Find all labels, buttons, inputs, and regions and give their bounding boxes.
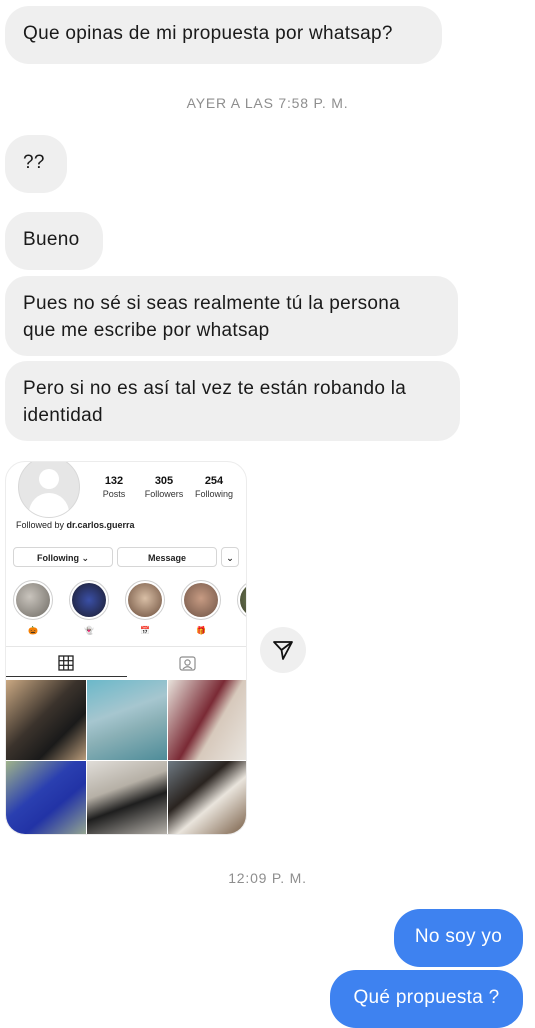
- message-button: Message: [117, 547, 217, 567]
- following-button: Following ⌄: [13, 547, 113, 567]
- photo-thumbnail: [168, 680, 246, 760]
- send-button[interactable]: [260, 627, 306, 673]
- tagged-icon: [179, 655, 196, 676]
- photo-thumbnail: [168, 761, 246, 834]
- timestamp: 12:09 P. M.: [228, 870, 307, 886]
- following-label: Following: [194, 489, 234, 499]
- highlight-circle: [125, 580, 165, 620]
- message-bubble-incoming[interactable]: Que opinas de mi propuesta por whatsap?: [5, 6, 442, 64]
- photo-thumbnail: [6, 761, 86, 834]
- active-tab-indicator: [6, 676, 127, 677]
- message-text: No soy yo: [414, 926, 503, 947]
- followers-stat: 305 Followers: [138, 475, 190, 499]
- followed-by-prefix: Followed by: [16, 520, 67, 530]
- followers-count: 305: [154, 475, 174, 487]
- message-bubble-outgoing[interactable]: No soy yo: [394, 909, 523, 967]
- highlight-circle: [237, 580, 246, 620]
- followed-by-user: dr.carlos.guerra: [66, 520, 135, 530]
- message-bubble-incoming[interactable]: ??: [5, 135, 67, 193]
- highlight-label: Do: [235, 626, 246, 635]
- highlight-emoji: 🎃: [28, 626, 38, 635]
- message-bubble-incoming[interactable]: Pues no sé si seas realmente tú la perso…: [5, 276, 458, 356]
- highlight-circle: [13, 580, 53, 620]
- message-text: ??: [23, 152, 45, 173]
- posts-count: 132: [104, 475, 124, 487]
- message-bubble-incoming[interactable]: Pero si no es así tal vez te están roban…: [5, 361, 460, 441]
- paper-plane-icon: [272, 639, 294, 666]
- profile-avatar: [18, 462, 80, 518]
- following-count: 254: [204, 475, 224, 487]
- photo-thumbnail: [87, 680, 167, 760]
- following-stat: 254 Following: [188, 475, 240, 499]
- grid-icon: [58, 655, 74, 676]
- more-button: ⌄: [221, 547, 239, 567]
- message-text: Que opinas de mi propuesta por whatsap?: [23, 23, 393, 44]
- followers-label: Followers: [144, 489, 184, 499]
- timestamp: AYER A LAS 7:58 P. M.: [186, 95, 349, 111]
- shared-profile-preview[interactable]: 132 Posts 305 Followers 254 Following Fo…: [5, 461, 247, 835]
- message-bubble-outgoing[interactable]: Qué propuesta ?: [330, 970, 523, 1028]
- highlight-emoji: 👻: [84, 626, 94, 635]
- message-text: Bueno: [23, 229, 80, 250]
- highlight-emoji: 🎁: [196, 626, 206, 635]
- photo-thumbnail: [6, 680, 86, 760]
- profile-tabs: [6, 646, 246, 679]
- posts-label: Posts: [102, 489, 126, 499]
- highlight-circle: [181, 580, 221, 620]
- highlight-emoji: 📅: [140, 626, 150, 635]
- posts-stat: 132 Posts: [88, 475, 140, 499]
- message-bubble-incoming[interactable]: Bueno: [5, 212, 103, 270]
- highlight-circle: [69, 580, 109, 620]
- message-text: Qué propuesta ?: [353, 987, 500, 1008]
- message-text: Pero si no es así tal vez te están roban…: [23, 378, 407, 426]
- followed-by-text: Followed by dr.carlos.guerra: [16, 520, 135, 530]
- message-text: Pues no sé si seas realmente tú la perso…: [23, 293, 400, 341]
- photo-thumbnail: [87, 761, 167, 834]
